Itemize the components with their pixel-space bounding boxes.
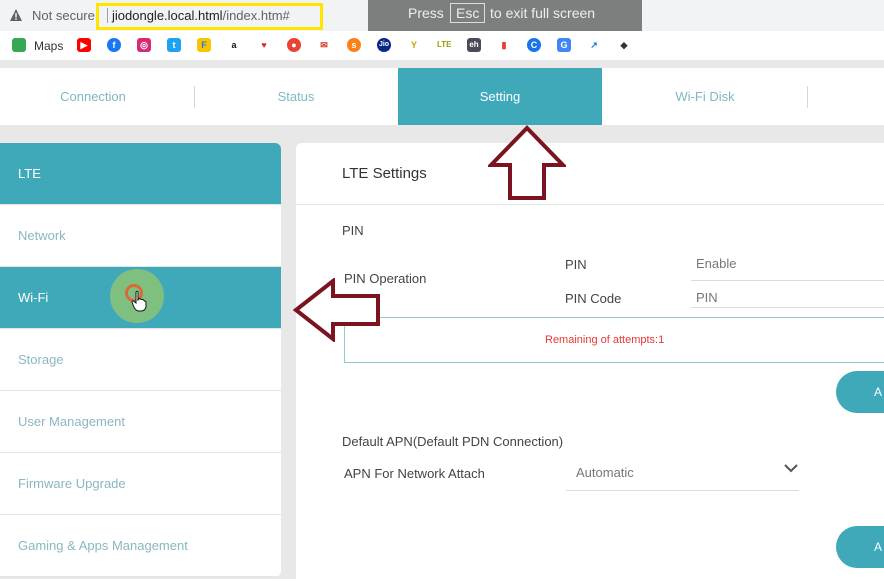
- settings-sidebar: LTE Network Wi-Fi Storage User Managemen…: [0, 143, 281, 577]
- lte-settings-panel: LTE Settings PIN PIN Operation PIN Enabl…: [296, 143, 884, 579]
- youtube-icon[interactable]: ▶: [77, 38, 91, 52]
- chrome-like-icon[interactable]: ●: [287, 38, 301, 52]
- sidebar-item-network[interactable]: Network: [0, 205, 281, 267]
- rh-icon[interactable]: eh: [467, 38, 481, 52]
- apply-pin-button[interactable]: A: [836, 371, 884, 413]
- attempts-text: Remaining of attempts:1: [545, 334, 665, 346]
- up-arrow-annotation-icon: [488, 125, 566, 200]
- bar-chart-icon[interactable]: ▮: [497, 38, 511, 52]
- tab-setting[interactable]: Setting: [398, 68, 602, 125]
- fullscreen-banner: Press Esc to exit full screen: [368, 0, 642, 34]
- pin-section-title: PIN: [342, 223, 364, 238]
- sidebar-item-storage[interactable]: Storage: [0, 329, 281, 391]
- c-icon[interactable]: C: [527, 38, 541, 52]
- fullscreen-press-text: Press: [408, 5, 444, 21]
- apn-section-title: Default APN(Default PDN Connection): [342, 434, 564, 449]
- bookmarks-bar: Maps ▶ f ◎ t F a ♥ ● ✉ s Jio Y LTE eh ▮ …: [0, 31, 884, 60]
- hand-cursor-icon: [131, 290, 147, 312]
- yellow-tile-icon[interactable]: Y: [407, 38, 421, 52]
- sidebar-item-firmware-upgrade[interactable]: Firmware Upgrade: [0, 453, 281, 515]
- lte-icon[interactable]: LTE: [437, 38, 452, 52]
- pin-label: PIN: [565, 257, 587, 272]
- instagram-icon[interactable]: ◎: [137, 38, 151, 52]
- swiggy-icon[interactable]: s: [347, 38, 361, 52]
- jio-icon[interactable]: Jio: [377, 38, 391, 52]
- pin-code-label: PIN Code: [565, 291, 622, 306]
- apn-select[interactable]: Automatic: [576, 465, 634, 480]
- url-host: jiodongle.local.html: [112, 8, 223, 23]
- twitter-icon[interactable]: t: [167, 38, 181, 52]
- esc-key-hint: Esc: [450, 3, 486, 23]
- facebook-icon[interactable]: f: [107, 38, 121, 52]
- divider: [807, 86, 808, 108]
- security-label[interactable]: Not secure: [32, 8, 95, 23]
- bookmark-maps-label[interactable]: Maps: [34, 39, 63, 53]
- pin-code-underline: [691, 307, 884, 308]
- tab-wifi-disk[interactable]: Wi-Fi Disk: [602, 68, 808, 125]
- main-nav: Connection Status Setting Wi-Fi Disk: [0, 68, 884, 125]
- chevron-down-icon[interactable]: [783, 463, 799, 473]
- paytm-icon[interactable]: ♥: [257, 38, 271, 52]
- panel-header: LTE Settings: [296, 143, 884, 205]
- sidebar-item-gaming-apps[interactable]: Gaming & Apps Management: [0, 515, 281, 577]
- apn-label: APN For Network Attach: [344, 466, 485, 481]
- sidebar-item-user-management[interactable]: User Management: [0, 391, 281, 453]
- attempts-notice: Remaining of attempts:1: [344, 317, 884, 363]
- tab-connection[interactable]: Connection: [0, 68, 186, 125]
- translate-icon[interactable]: G: [557, 38, 571, 52]
- url-text[interactable]: jiodongle.local.html/index.htm#: [112, 8, 290, 23]
- fullscreen-exit-text: to exit full screen: [490, 5, 596, 21]
- layers-icon[interactable]: ◆: [617, 38, 631, 52]
- trend-icon[interactable]: ↗: [587, 38, 601, 52]
- sidebar-item-lte[interactable]: LTE: [0, 143, 281, 205]
- warning-icon: [10, 9, 22, 21]
- pin-underline: [691, 280, 884, 281]
- url-path: /index.htm#: [222, 8, 290, 23]
- tab-status[interactable]: Status: [194, 68, 398, 125]
- apply-apn-button[interactable]: A: [836, 526, 884, 568]
- envelope-icon[interactable]: ✉: [317, 38, 331, 52]
- apn-underline: [566, 490, 799, 491]
- page-title: LTE Settings: [342, 165, 427, 182]
- amazon-icon[interactable]: a: [227, 38, 241, 52]
- google-maps-icon[interactable]: [12, 38, 26, 52]
- pin-code-input[interactable]: PIN: [696, 290, 718, 305]
- left-arrow-annotation-icon: [293, 278, 380, 342]
- pin-enable-value[interactable]: Enable: [696, 256, 736, 271]
- flipkart-icon[interactable]: F: [197, 38, 211, 52]
